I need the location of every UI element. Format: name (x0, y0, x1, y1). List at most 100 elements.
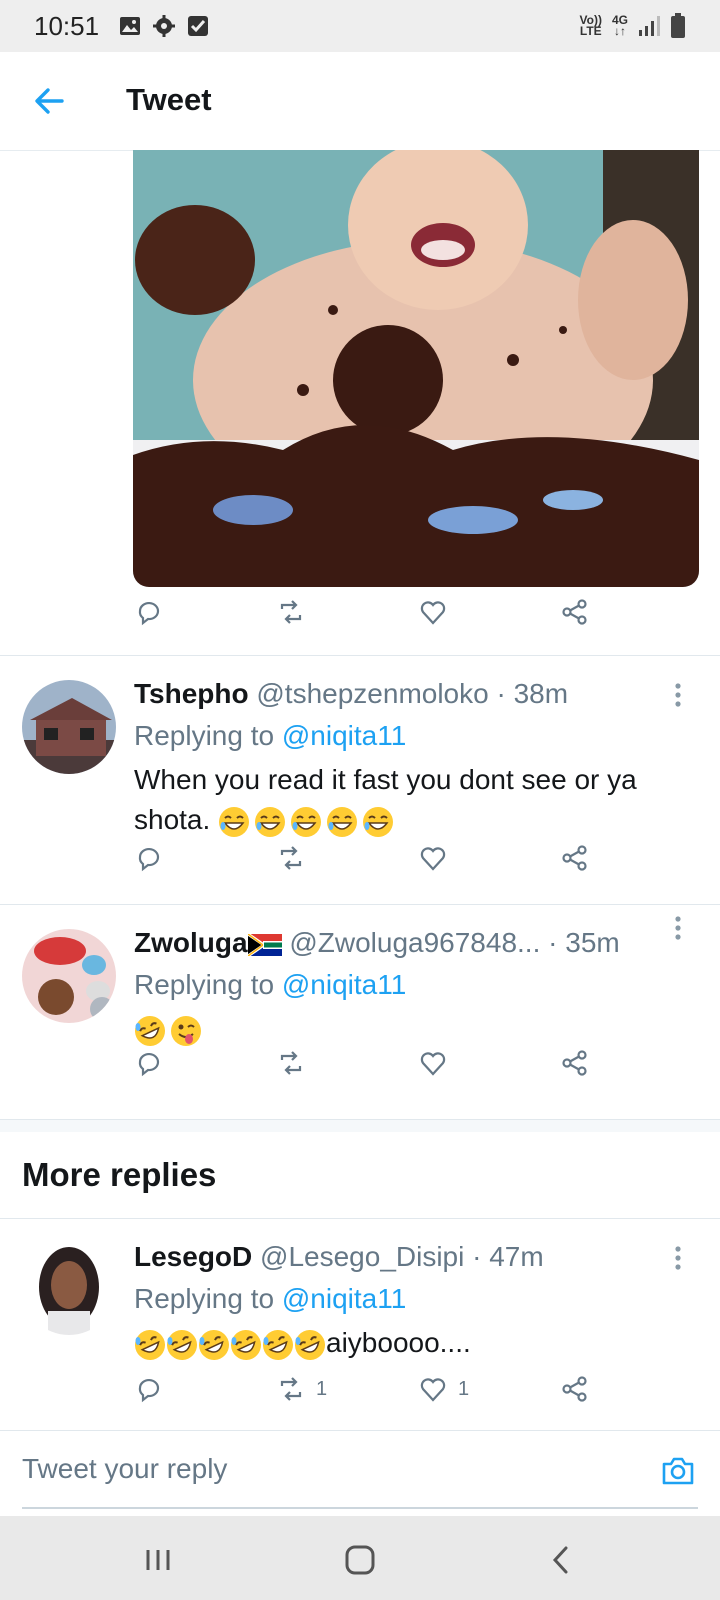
arrow-left-icon[interactable] (32, 84, 66, 118)
heart-icon (420, 1378, 446, 1402)
tongue-wink-emoji-icon (171, 1015, 201, 1046)
display-name[interactable]: LesegoD (134, 1241, 252, 1272)
like-button[interactable] (418, 1043, 448, 1083)
share-icon (562, 599, 587, 625)
rofl-emoji-icon (295, 1329, 325, 1360)
like-button[interactable]: 1 (418, 1369, 469, 1409)
replying-to-link[interactable]: @niqita11 (282, 969, 406, 1000)
handle-time: @tshepzenmoloko · 38m (256, 678, 569, 709)
display-name[interactable]: Tshepho (134, 678, 249, 709)
gallery-icon (120, 17, 141, 35)
reply-header: Zwoluga @Zwoluga967848... · 35m (134, 927, 620, 959)
reply-tweet[interactable]: LesegoD @Lesego_Disipi · 47m Replying to… (0, 1219, 720, 1429)
handle: @Zwoluga967848... (289, 927, 541, 958)
home-icon[interactable] (342, 1542, 378, 1578)
reply-header: LesegoD @Lesego_Disipi · 47m (134, 1241, 544, 1273)
grin-sweat-emoji-icon (327, 806, 358, 837)
reply-icon (138, 601, 160, 626)
grin-sweat-emoji-icon (363, 806, 394, 837)
retweet-button[interactable]: 1 (276, 1369, 327, 1409)
status-time: 10:51 (34, 10, 100, 41)
retweet-icon (280, 1051, 302, 1075)
replying-to-link[interactable]: @niqita11 (282, 720, 406, 751)
section-gap (0, 1120, 720, 1132)
retweet-icon (280, 1377, 302, 1401)
rofl-emoji-icon (199, 1329, 229, 1360)
share-button[interactable] (560, 592, 590, 632)
meme-avatar-image (22, 929, 116, 1023)
house-avatar-image (22, 680, 116, 774)
recent-apps-icon[interactable] (140, 1542, 176, 1578)
app-header: Tweet (0, 52, 720, 151)
avatar[interactable] (22, 680, 116, 774)
more-options-icon[interactable] (674, 1245, 682, 1271)
reply-tweet[interactable]: Tshepho @tshepzenmoloko · 38m Replying t… (0, 656, 720, 904)
reply-button[interactable] (134, 1043, 164, 1083)
avatar[interactable] (22, 1241, 116, 1335)
like-count: 1 (458, 1377, 470, 1400)
retweet-count: 1 (316, 1377, 328, 1400)
reply-button[interactable] (134, 1369, 164, 1409)
reply-header: Tshepho @tshepzenmoloko · 38m (134, 678, 568, 710)
data-arrows-icon: ↓↑ (613, 24, 626, 38)
replying-to: Replying to @niqita11 (134, 969, 406, 1001)
reply-actions: 1 1 (0, 1369, 720, 1409)
rofl-emoji-icon (135, 1329, 165, 1360)
reply-tweet[interactable]: Zwoluga @Zwoluga967848... · 35m Replying… (0, 905, 720, 1120)
camera-icon[interactable] (660, 1453, 696, 1489)
replying-to-link[interactable]: @niqita11 (282, 1283, 406, 1314)
timestamp: · 35m (548, 927, 620, 958)
retweet-button[interactable] (276, 592, 306, 632)
reply-button[interactable] (134, 838, 164, 878)
rofl-emoji-icon (263, 1329, 293, 1360)
replying-to-label: Replying to (134, 1283, 275, 1314)
woman-avatar-image (22, 1241, 116, 1335)
retweet-button[interactable] (276, 1043, 306, 1083)
baby-cake-photo[interactable] (133, 150, 699, 587)
share-icon (562, 1376, 587, 1402)
grin-sweat-emoji-icon (291, 806, 322, 837)
like-button[interactable] (418, 592, 448, 632)
more-options-icon[interactable] (674, 915, 682, 941)
status-bar: 10:51 Vo)) LTE 4G ↓↑ (0, 0, 720, 52)
reply-icon (138, 1378, 160, 1403)
more-replies-heading: More replies (22, 1156, 217, 1193)
reply-input[interactable]: Tweet your reply (22, 1453, 227, 1485)
network-type: 4G ↓↑ (612, 14, 628, 38)
photo-illustration (133, 150, 699, 587)
back-icon[interactable] (544, 1542, 580, 1578)
grin-sweat-emoji-icon (255, 806, 286, 837)
share-button[interactable] (560, 1043, 590, 1083)
retweet-button[interactable] (276, 838, 306, 878)
reply-text: When you read it fast you dont see or ya… (134, 760, 694, 840)
share-icon (562, 1050, 587, 1076)
input-underline (22, 1507, 698, 1509)
share-button[interactable] (560, 838, 590, 878)
status-left: 10:51 (34, 11, 209, 42)
more-options-icon[interactable] (674, 682, 682, 708)
like-button[interactable] (418, 838, 448, 878)
replying-to: Replying to @niqita11 (134, 1283, 406, 1315)
replying-to-label: Replying to (134, 969, 275, 1000)
volte-bottom-label: LTE (579, 24, 602, 38)
retweet-icon (280, 846, 302, 870)
signal-icon (639, 16, 660, 36)
status-right: Vo)) LTE 4G ↓↑ (580, 13, 686, 39)
south-africa-flag-icon (246, 932, 282, 957)
heart-icon (420, 847, 446, 871)
reply-icon (138, 847, 160, 872)
main-tweet-actions (0, 592, 720, 632)
checkbox-icon (188, 16, 209, 36)
display-name[interactable]: Zwoluga (134, 927, 248, 958)
share-button[interactable] (560, 1369, 590, 1409)
system-navigation-bar (0, 1516, 720, 1600)
reply-text: aiyboooo.... (134, 1323, 694, 1363)
replying-to: Replying to @niqita11 (134, 720, 406, 752)
reply-text-content: aiyboooo.... (326, 1327, 471, 1358)
heart-icon (420, 1052, 446, 1076)
battery-icon (671, 13, 685, 38)
reply-actions (0, 838, 720, 878)
rofl-emoji-icon (135, 1015, 165, 1046)
reply-button[interactable] (134, 592, 164, 632)
avatar[interactable] (22, 929, 116, 1023)
